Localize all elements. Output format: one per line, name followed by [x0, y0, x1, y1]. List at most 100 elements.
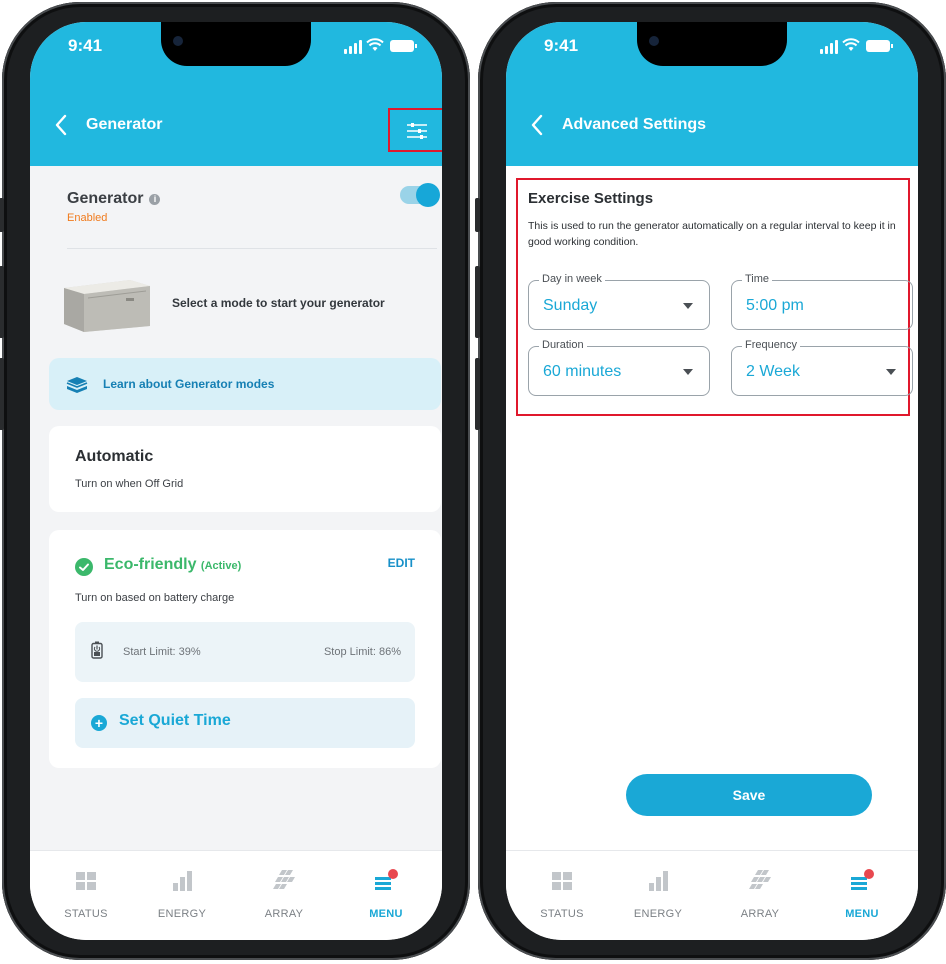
duration-value: 60 minutes [543, 363, 622, 380]
edit-button[interactable]: EDIT [388, 556, 415, 570]
mode-prompt: Select a mode to start your generator [172, 296, 385, 310]
solar-array-icon [749, 870, 771, 889]
signal-bar [830, 43, 833, 54]
tab-array[interactable]: ARRAY [244, 869, 324, 920]
eco-mode-card[interactable]: Eco-friendly (Active) EDIT Turn on based… [49, 530, 441, 768]
signal-bar [825, 46, 828, 54]
settings-sliders-button[interactable] [388, 108, 442, 152]
app-header: 9:41 Advanced Settings [506, 22, 918, 166]
day-in-week-label: Day in week [539, 273, 605, 285]
camera-dot [173, 36, 183, 46]
stop-limit: Stop Limit: 86% [323, 646, 401, 658]
bottom-tab-bar: STATUS ENERGY ARRAY MENU [506, 850, 918, 940]
tab-menu-label: MENU [369, 908, 403, 920]
sliders-icon [407, 123, 427, 139]
check-circle-icon [75, 558, 93, 576]
time-field[interactable]: Time 5:00 pm [731, 273, 913, 330]
tab-energy[interactable]: ENERGY [142, 869, 222, 920]
page-title: Advanced Settings [562, 116, 707, 133]
start-limit: Start Limit: 39% [123, 646, 201, 658]
duration-label: Duration [539, 339, 587, 351]
dropdown-caret-icon [683, 369, 693, 375]
bottom-tab-bar: STATUS ENERGY ARRAY MENU [30, 850, 442, 940]
tab-energy-label: ENERGY [633, 908, 683, 920]
time-value: 5:00 pm [746, 297, 804, 314]
generator-status: Enabled [67, 212, 108, 224]
day-in-week-value: Sunday [543, 297, 598, 314]
automatic-title: Automatic [75, 448, 154, 465]
learn-modes-label: Learn about Generator modes [103, 377, 275, 391]
generator-heading-label: Generator [67, 190, 144, 207]
wifi-icon [842, 38, 860, 51]
info-icon[interactable]: i [149, 194, 161, 205]
tab-status[interactable]: STATUS [522, 869, 602, 920]
phone-frame-generator: 9:41 Generator Generator i Enabled Selec… [0, 2, 470, 960]
energy-bars-icon [649, 871, 668, 891]
dropdown-caret-icon [886, 369, 896, 375]
frequency-select[interactable]: Frequency 2 Week [731, 339, 913, 396]
duration-select[interactable]: Duration 60 minutes [528, 339, 710, 396]
time-label: Time [742, 273, 773, 285]
automatic-mode-card[interactable]: Automatic Turn on when Off Grid [49, 426, 441, 512]
tab-status[interactable]: STATUS [46, 869, 126, 920]
signal-bar [359, 40, 362, 54]
tab-energy[interactable]: ENERGY [618, 869, 698, 920]
volume-down-button [475, 358, 480, 430]
battery-charge-icon [91, 641, 103, 659]
charge-limits-panel: Start Limit: 39% Stop Limit: 86% [75, 622, 415, 682]
tab-array-label: ARRAY [740, 908, 780, 920]
back-chevron-icon[interactable] [54, 114, 68, 136]
set-quiet-time-button[interactable]: + Set Quiet Time [75, 698, 415, 748]
automatic-subtitle: Turn on when Off Grid [75, 478, 184, 490]
camera-dot [649, 36, 659, 46]
day-in-week-select[interactable]: Day in week Sunday [528, 273, 710, 330]
status-grid-icon [552, 872, 572, 890]
set-quiet-time-label: Set Quiet Time [119, 712, 231, 729]
notch [637, 22, 787, 66]
eco-active-badge: (Active) [200, 560, 242, 572]
signal-bar [349, 46, 352, 54]
tab-menu[interactable]: MENU [346, 869, 426, 920]
volume-up-button [475, 266, 480, 338]
menu-icon [851, 869, 874, 890]
divider [67, 248, 437, 249]
eco-title: Eco-friendly [104, 556, 197, 573]
advanced-settings-screen: 9:41 Advanced Settings Exercise Settings… [506, 22, 918, 940]
generator-product-image [64, 280, 150, 332]
exercise-settings-title: Exercise Settings [528, 190, 654, 207]
signal-bar [835, 40, 838, 54]
tab-energy-label: ENERGY [157, 908, 207, 920]
solar-array-icon [273, 870, 295, 889]
energy-bars-icon [173, 871, 192, 891]
generator-screen: 9:41 Generator Generator i Enabled Selec… [30, 22, 442, 940]
status-grid-icon [76, 872, 96, 890]
status-icons [344, 38, 417, 54]
eco-subtitle: Turn on based on battery charge [75, 592, 235, 604]
learn-modes-link[interactable]: Learn about Generator modes [49, 358, 441, 410]
app-header: 9:41 Generator [30, 22, 442, 166]
frequency-label: Frequency [742, 339, 800, 351]
exercise-settings-description: This is used to run the generator automa… [528, 220, 896, 248]
signal-bar [344, 49, 347, 54]
volume-down-button [0, 358, 4, 430]
plus-circle-icon: + [91, 715, 107, 731]
dropdown-caret-icon [683, 303, 693, 309]
menu-icon [375, 869, 398, 890]
tab-menu-label: MENU [845, 908, 879, 920]
battery-icon [390, 40, 417, 52]
toggle-knob [416, 183, 440, 207]
tab-menu[interactable]: MENU [822, 869, 902, 920]
frequency-value: 2 Week [746, 363, 800, 380]
generator-heading: Generator i [67, 190, 161, 208]
eco-heading: Eco-friendly (Active) [104, 556, 241, 574]
generator-toggle[interactable] [400, 183, 440, 207]
battery-icon [866, 40, 893, 52]
page-title: Generator [86, 116, 163, 133]
tab-array[interactable]: ARRAY [720, 869, 800, 920]
mute-switch [475, 198, 480, 232]
back-chevron-icon[interactable] [530, 114, 544, 136]
status-time: 9:41 [544, 36, 579, 55]
tab-status-label: STATUS [64, 908, 108, 920]
status-time: 9:41 [68, 36, 103, 55]
save-button[interactable]: Save [626, 774, 872, 816]
